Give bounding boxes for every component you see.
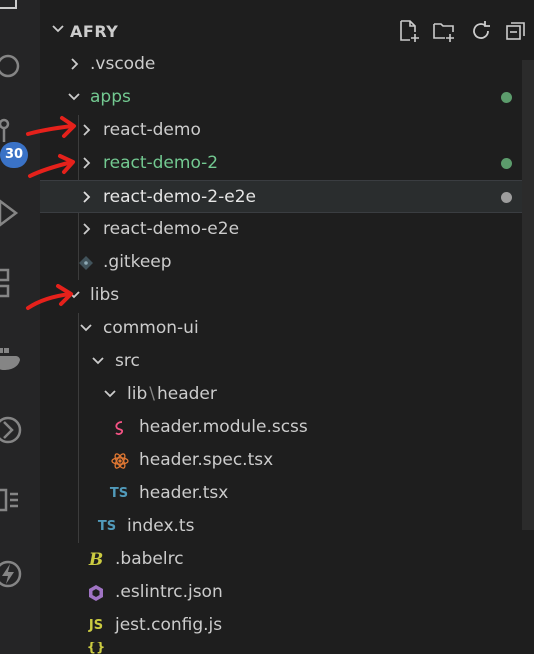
json-icon: {} (86, 642, 106, 654)
chevron-down-icon (68, 93, 80, 101)
eslint-icon (89, 585, 103, 601)
annotation-arrow (28, 154, 75, 178)
explorer-panel: AFRY .vscode apps react-demo react-demo-… (40, 0, 534, 654)
files-icon[interactable] (0, 0, 26, 18)
git-graph-icon[interactable] (0, 412, 26, 448)
tree-item-label: .eslintrc.json (115, 582, 223, 602)
tree-item-header-module-scss[interactable]: header.module.scss (40, 411, 522, 444)
chevron-down-icon (104, 390, 116, 398)
path-segment: lib (127, 384, 148, 404)
activity-bar: 30 (0, 0, 40, 654)
refresh-icon[interactable] (468, 18, 494, 44)
tree-item-label: header.tsx (139, 483, 229, 503)
search-icon[interactable] (0, 48, 26, 84)
chevron-right-icon (83, 223, 91, 235)
workspace-title: AFRY (70, 22, 119, 41)
javascript-icon: JS (88, 618, 104, 633)
tree-item-label: header.module.scss (139, 417, 308, 437)
tree-item-vscode[interactable]: .vscode (40, 48, 522, 81)
scrollbar[interactable] (522, 60, 534, 530)
tree-item-gitkeep[interactable]: .gitkeep (40, 246, 522, 279)
tree-item-common-ui[interactable]: common-ui (40, 312, 522, 345)
typescript-icon: TS (109, 486, 129, 501)
tree-item-label: header.spec.tsx (139, 450, 274, 470)
chevron-right-icon (71, 58, 79, 70)
tree-item-label: react-demo (103, 120, 201, 140)
path-segment: header (156, 384, 217, 404)
path-separator: \ (149, 384, 155, 404)
tree-item-lib-header[interactable]: lib \ header (40, 378, 522, 411)
tree-item-label: react-demo-e2e (103, 219, 240, 239)
new-file-icon[interactable] (396, 18, 422, 44)
run-debug-icon[interactable] (0, 195, 26, 231)
tree-item-header-tsx[interactable]: TS header.tsx (40, 477, 522, 510)
sass-icon (115, 421, 124, 435)
tree-item-libs[interactable]: libs (40, 279, 522, 312)
tree-item-jest-config-js[interactable]: JS jest.config.js (40, 609, 522, 642)
status-indicator (501, 192, 512, 203)
tree-item-react-demo-2[interactable]: react-demo-2 (40, 147, 522, 180)
extensions-icon[interactable] (0, 266, 26, 302)
new-folder-icon[interactable] (431, 18, 457, 44)
tree-item-react-demo[interactable]: react-demo (40, 114, 522, 147)
git-icon (79, 256, 93, 270)
tree-item-label: lib \ header (127, 384, 217, 404)
tree-item-label: index.ts (127, 516, 195, 536)
modified-indicator (501, 158, 512, 169)
docker-icon[interactable] (0, 340, 26, 376)
tree-item-label: react-demo-2-e2e (103, 187, 256, 207)
tree-item-src[interactable]: src (40, 345, 522, 378)
tree-item-react-demo-2-e2e[interactable]: react-demo-2-e2e (40, 180, 522, 213)
tree-item-index-ts[interactable]: TS index.ts (40, 510, 522, 543)
collapse-all-icon[interactable] (503, 18, 529, 44)
chevron-down-icon[interactable] (50, 21, 66, 37)
chevron-right-icon (83, 157, 91, 169)
tree-item-label: react-demo-2 (103, 153, 219, 173)
tree-item-label: .vscode (90, 54, 156, 74)
tree-item-eslintrc-json[interactable]: .eslintrc.json (40, 576, 522, 609)
tree-item-react-demo-e2e[interactable]: react-demo-e2e (40, 213, 522, 246)
babel-icon: B (88, 550, 104, 570)
chevron-down-icon (92, 357, 104, 365)
chevron-right-icon (83, 124, 91, 136)
tree-item-label: libs (90, 285, 120, 305)
tree-item-label: .babelrc (115, 549, 184, 569)
tree-item-label: common-ui (103, 318, 199, 338)
tree-item-label: apps (90, 87, 131, 107)
thunder-client-icon[interactable] (0, 556, 26, 592)
scm-count-badge: 30 (0, 142, 28, 168)
remote-explorer-icon[interactable] (0, 482, 26, 518)
tree-item-label: .gitkeep (103, 252, 172, 272)
annotation-arrow (26, 284, 73, 310)
typescript-icon: TS (97, 519, 117, 534)
tree-item-label: jest.config.js (115, 615, 223, 635)
tree-item-babelrc[interactable]: B .babelrc (40, 543, 522, 576)
react-icon (111, 453, 129, 469)
tree-item-apps[interactable]: apps (40, 81, 522, 114)
tree-item-header-spec-tsx[interactable]: header.spec.tsx (40, 444, 522, 477)
chevron-down-icon (80, 324, 92, 332)
tree-item-label: src (115, 351, 140, 371)
annotation-arrow (26, 116, 76, 138)
tree-item-partial[interactable]: {} (40, 642, 522, 654)
modified-indicator (501, 92, 512, 103)
chevron-right-icon (83, 191, 91, 203)
explorer-header[interactable]: AFRY (40, 14, 534, 48)
